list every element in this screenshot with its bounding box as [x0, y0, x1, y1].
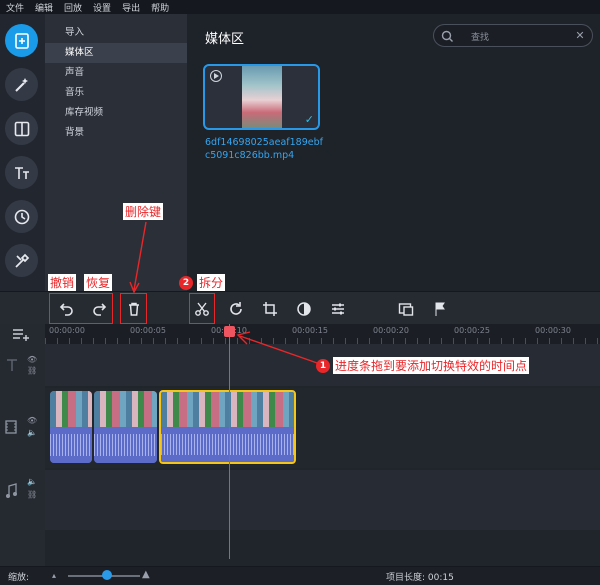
transition-icon [14, 121, 29, 136]
tools-icon [14, 253, 29, 268]
media-panel-title: 媒体区 [205, 32, 245, 47]
menu-edit[interactable]: 编辑 [35, 1, 53, 14]
text-icon [14, 166, 29, 179]
clip-frames [94, 391, 157, 427]
delete-key-annotation: 删除键 [123, 203, 164, 220]
category-media[interactable]: 媒体区 [45, 43, 187, 63]
category-music[interactable]: 音乐 [45, 83, 187, 103]
import-icon [14, 32, 29, 49]
search-input[interactable]: 查找 ✕ [433, 24, 593, 47]
track-headers: 👁 ⛓ 👁 🔈 🔈 ⛓ [0, 324, 45, 566]
clip-waveform [161, 427, 294, 462]
music-track[interactable] [45, 470, 600, 530]
stickers-tool-button[interactable] [5, 200, 38, 233]
flag-icon [435, 302, 445, 316]
crop-button[interactable] [259, 298, 281, 320]
video-clip[interactable] [50, 391, 92, 463]
video-track-audio-icon[interactable]: 🔈 [27, 428, 37, 437]
playhead-arrow [236, 331, 321, 365]
menu-file[interactable]: 文件 [6, 1, 24, 14]
undo-redo-highlight [49, 293, 113, 324]
ruler-tick: 00:00:30 [535, 326, 571, 335]
delete-highlight [120, 293, 147, 324]
picture-in-picture-icon [398, 303, 414, 316]
rotate-icon [230, 302, 242, 315]
titles-tool-button[interactable] [5, 156, 38, 189]
category-import[interactable]: 导入 [45, 23, 187, 43]
media-file-name: 6df14698025aeaf189ebfc5091c826bb.mp4 [205, 137, 323, 161]
zoom-out-icon[interactable]: ▴ [52, 571, 56, 580]
music-track-link-icon[interactable]: ⛓ [27, 490, 37, 499]
sliders-icon [332, 303, 344, 315]
undo-annotation: 撤销 [48, 274, 77, 291]
playhead-line[interactable] [229, 324, 230, 559]
playhead-step-number: 1 [316, 359, 330, 373]
video-track-visibility-icon[interactable]: 👁 [27, 416, 37, 425]
play-icon[interactable] [210, 70, 222, 82]
clip-waveform [94, 427, 157, 463]
checkmark-icon: ✓ [304, 113, 314, 126]
media-panel: 媒体区 查找 ✕ ✓ 6df14698025aeaf189ebfc5091c82… [187, 14, 600, 291]
video-preview-image [242, 66, 282, 128]
contrast-icon [297, 302, 311, 316]
playhead-handle[interactable] [224, 326, 235, 337]
timeline-ruler[interactable]: 00:00:00 00:00:05 00:00:10 00:00:15 00:0… [45, 324, 600, 344]
text-track-visibility-icon[interactable]: 👁 [27, 355, 37, 364]
search-icon [441, 30, 453, 42]
menu-bar: 文件 编辑 回放 设置 导出 帮助 [0, 0, 600, 14]
redo-annotation: 恢复 [84, 274, 113, 291]
category-background[interactable]: 背景 [45, 123, 187, 143]
clip-frames [161, 392, 294, 427]
menu-help[interactable]: 帮助 [151, 1, 169, 14]
video-track[interactable] [45, 388, 600, 468]
pip-button[interactable] [395, 298, 417, 320]
ruler-tick: 00:00:00 [49, 326, 85, 335]
zoom-label: 缩放: [8, 573, 30, 583]
project-length: 项目长度: 00:15 [386, 573, 454, 583]
tool-sidebar [0, 14, 45, 291]
ruler-tick: 00:00:20 [373, 326, 409, 335]
more-tools-button[interactable] [5, 244, 38, 277]
import-tool-button[interactable] [5, 24, 38, 57]
category-sound[interactable]: 声音 [45, 63, 187, 83]
music-track-icon [6, 483, 17, 498]
music-track-audio-icon[interactable]: 🔈 [27, 477, 37, 486]
text-track-link-icon[interactable]: ⛓ [27, 366, 37, 375]
menu-settings[interactable]: 设置 [93, 1, 111, 14]
split-step-number: 2 [179, 276, 193, 290]
clear-search-icon[interactable]: ✕ [574, 29, 586, 42]
rotate-button[interactable] [225, 298, 247, 320]
delete-arrow [129, 221, 147, 294]
clip-frames [50, 391, 92, 427]
ruler-tick: 00:00:25 [454, 326, 490, 335]
clip-properties-button[interactable] [327, 298, 349, 320]
menu-playback[interactable]: 回放 [64, 1, 82, 14]
category-list: 导入 媒体区 声音 音乐 库存视频 背景 [45, 14, 187, 291]
video-track-icon [5, 420, 17, 434]
clock-icon [14, 209, 29, 224]
playhead-annotation: 进度条拖到要添加切换特效的时间点 [333, 357, 530, 374]
status-bar: 缩放: ▴ ▲ 项目长度: 00:15 [0, 566, 600, 585]
split-highlight [189, 293, 215, 324]
ruler-tick: 00:00:05 [130, 326, 166, 335]
zoom-in-icon[interactable]: ▲ [142, 569, 150, 580]
search-placeholder: 查找 [471, 33, 490, 43]
menu-export[interactable]: 导出 [122, 1, 140, 14]
selected-video-clip[interactable] [159, 390, 296, 464]
color-adjust-button[interactable] [293, 298, 315, 320]
split-annotation: 拆分 [197, 274, 226, 291]
crop-icon [263, 302, 277, 316]
media-thumbnail[interactable]: ✓ [203, 64, 320, 130]
clip-waveform [50, 427, 92, 463]
magic-wand-icon [14, 77, 28, 92]
add-track-icon[interactable] [12, 327, 30, 341]
zoom-slider-handle[interactable] [102, 570, 112, 580]
marker-button[interactable] [429, 298, 451, 320]
video-clip[interactable] [94, 391, 157, 463]
text-track-icon [7, 359, 17, 371]
category-stock-video[interactable]: 库存视频 [45, 103, 187, 123]
transitions-tool-button[interactable] [5, 112, 38, 145]
magic-wand-tool-button[interactable] [5, 68, 38, 101]
